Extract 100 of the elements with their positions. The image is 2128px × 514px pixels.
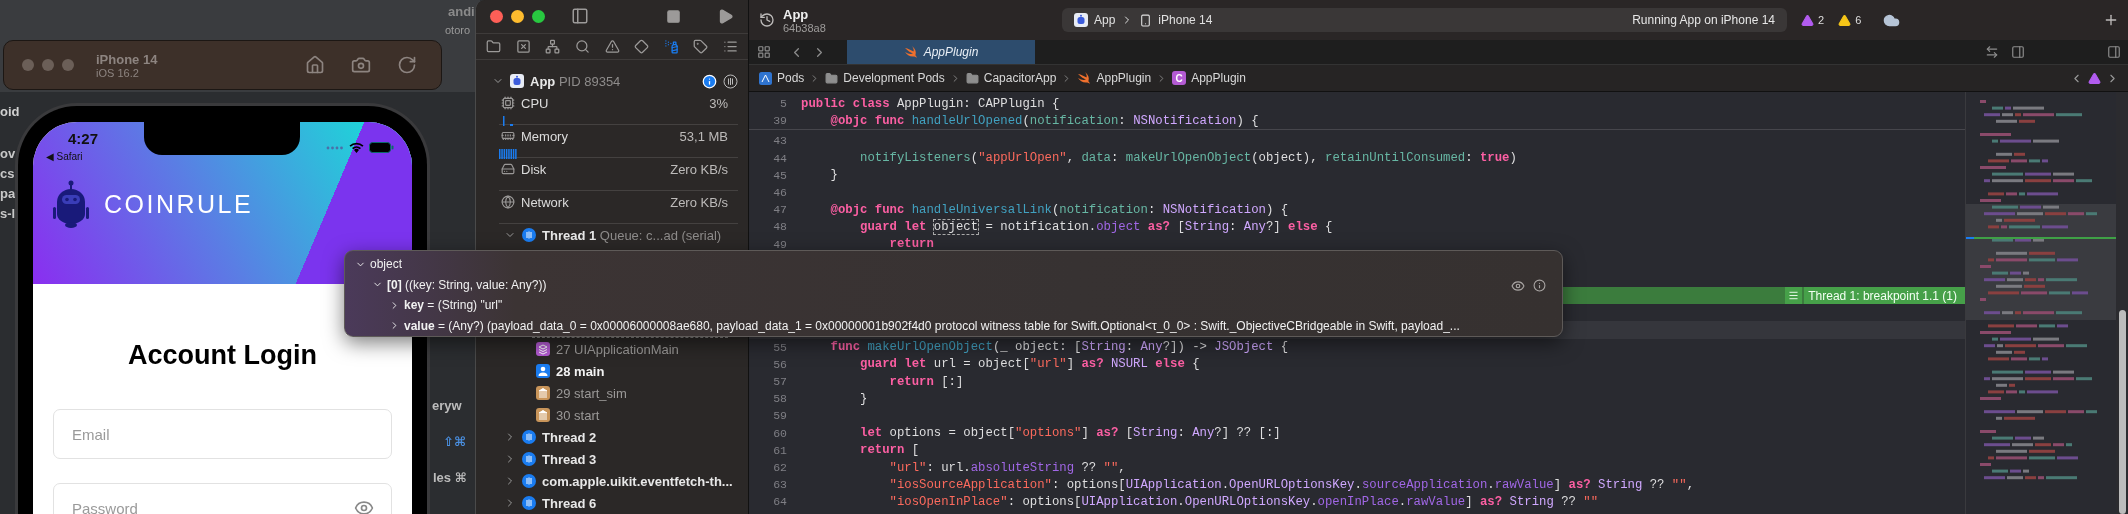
stack-frame[interactable]: 29 start_sim bbox=[556, 385, 627, 401]
password-field[interactable]: Password bbox=[53, 483, 392, 514]
tag-icon[interactable] bbox=[693, 38, 709, 54]
line-number: 46 bbox=[772, 186, 787, 200]
minimize-button[interactable] bbox=[511, 9, 524, 23]
threads-icon[interactable] bbox=[723, 73, 738, 89]
breadcrumb-item[interactable]: Development Pods bbox=[825, 71, 945, 85]
close-button[interactable] bbox=[490, 9, 503, 23]
code-line: "iosSourceApplication": options[UIApplication.OpenURLOptionsKey.sourceApplication.rawValue] as? String ?? "", bbox=[888, 477, 1694, 492]
wifi-icon bbox=[349, 142, 364, 153]
thread-name[interactable]: Thread 6 bbox=[542, 495, 597, 511]
signal-icon bbox=[326, 145, 344, 150]
app-icon bbox=[1074, 13, 1088, 27]
stop-icon[interactable] bbox=[666, 8, 681, 24]
building-icon bbox=[536, 408, 550, 422]
sidebar-icon[interactable] bbox=[571, 7, 589, 26]
stack-frame[interactable]: 27 UIApplicationMain bbox=[556, 341, 679, 357]
code-line: func makeUrlOpenObject(_ object: [String: Any?]) -> JSObject { bbox=[829, 340, 1289, 355]
back-link[interactable]: ◀ Safari bbox=[46, 151, 326, 162]
line-number: 55 bbox=[772, 340, 787, 354]
partial-text: otoro bbox=[445, 24, 471, 36]
scheme-name[interactable]: App bbox=[1094, 13, 1116, 27]
swap-icon[interactable] bbox=[1985, 45, 1999, 59]
variable-value: object bbox=[370, 257, 403, 272]
stack-frame[interactable]: 30 start bbox=[556, 407, 600, 423]
line-number: 61 bbox=[772, 443, 787, 457]
partial-text: pa bbox=[0, 186, 16, 201]
panel-icon[interactable] bbox=[2011, 45, 2025, 59]
drive-icon bbox=[501, 162, 515, 176]
rotate-icon[interactable] bbox=[397, 55, 417, 75]
run-status: Running App on iPhone 14 bbox=[1632, 13, 1775, 27]
stack-frame[interactable]: 28 main bbox=[556, 363, 605, 379]
line-number: 56 bbox=[772, 357, 787, 371]
inspector-icon[interactable] bbox=[2107, 45, 2121, 59]
editor-tab[interactable]: AppPlugin bbox=[847, 40, 1035, 64]
gauge-value: Zero KB/s bbox=[670, 161, 728, 177]
variable-value: key = (String) "url" bbox=[404, 298, 503, 313]
partial-text: andi bbox=[448, 4, 475, 19]
thread-name[interactable]: Thread 3 bbox=[542, 451, 597, 467]
email-field[interactable]: Email bbox=[53, 409, 392, 459]
x-square-icon[interactable] bbox=[515, 38, 531, 54]
person-icon bbox=[536, 364, 550, 378]
thread-name[interactable]: Thread 2 bbox=[542, 429, 597, 445]
warning-icon[interactable] bbox=[1838, 13, 1852, 27]
thread-icon bbox=[522, 228, 536, 242]
menu-icon[interactable] bbox=[1785, 287, 1803, 305]
grid-icon[interactable] bbox=[757, 45, 771, 59]
home-icon[interactable] bbox=[305, 55, 325, 75]
scrollbar[interactable] bbox=[2119, 310, 2126, 514]
breadcrumb-item[interactable]: AppPlugin bbox=[1077, 71, 1152, 85]
thread-name[interactable]: Thread 1 Queue: c...ad (serial) bbox=[542, 227, 722, 243]
gauge-label: Disk bbox=[521, 161, 547, 177]
process-name: App PID 89354 bbox=[530, 73, 621, 89]
play-icon[interactable] bbox=[717, 7, 734, 25]
phone-icon bbox=[1139, 13, 1153, 27]
hierarchy-icon[interactable] bbox=[545, 38, 561, 54]
breadcrumb-item[interactable]: C AppPlugin bbox=[1172, 71, 1246, 85]
folder-icon bbox=[825, 71, 839, 85]
activity-bar[interactable]: App iPhone 14 Running App on iPhone 14 bbox=[1062, 8, 1787, 32]
robot-logo-icon bbox=[52, 180, 90, 228]
partial-text: ⇧⌘ bbox=[443, 434, 466, 449]
spray-can-icon[interactable] bbox=[663, 38, 679, 54]
gauge-value: 3% bbox=[709, 95, 728, 111]
line-number: 49 bbox=[772, 237, 787, 251]
warning-icon[interactable] bbox=[2088, 71, 2101, 85]
code-line: let options = object["options"] as? [String: Any?] ?? [:] bbox=[859, 426, 1281, 441]
gauge-value: 53,1 MB bbox=[679, 128, 728, 144]
page-heading: Account Login bbox=[128, 340, 317, 371]
folder-icon[interactable] bbox=[486, 38, 501, 54]
breadcrumb-item[interactable]: CapacitorApp bbox=[965, 71, 1057, 85]
partial-text: oid bbox=[0, 104, 20, 119]
line-number: 60 bbox=[772, 426, 787, 440]
partial-text: les ⌘ bbox=[433, 470, 467, 485]
variable-value: value = (Any?) (payload_data_0 = 0x00006000008ae680, payload_data_1 = 0x00000001b902f4d0 protocol witness table for Swift.Optional<τ_0_0> : Swift._ObjectiveCBridgeable in Swift, payload_... bbox=[404, 318, 1460, 333]
app-store-icon bbox=[759, 71, 772, 85]
destination-name[interactable]: iPhone 14 bbox=[1158, 13, 1213, 27]
camera-icon[interactable] bbox=[351, 55, 371, 75]
memory-graph-drawing bbox=[499, 149, 519, 159]
device-name: iPhone 14 bbox=[96, 51, 159, 67]
warning-icon[interactable] bbox=[604, 38, 620, 54]
brand-name: COINRULE bbox=[104, 189, 254, 219]
warning-icon[interactable] bbox=[1801, 13, 1814, 27]
stack-icon bbox=[536, 342, 550, 356]
add-icon[interactable] bbox=[2103, 12, 2119, 28]
gauge-label: Network bbox=[521, 194, 569, 210]
building-icon bbox=[536, 386, 550, 400]
project-name: App bbox=[783, 6, 810, 22]
show-password-icon[interactable] bbox=[354, 498, 374, 514]
zoom-button[interactable] bbox=[532, 9, 545, 23]
line-number: 44 bbox=[772, 151, 787, 165]
list-icon[interactable] bbox=[723, 38, 738, 54]
quick-look-icon[interactable] bbox=[1511, 279, 1525, 293]
history-icon[interactable] bbox=[759, 12, 775, 28]
swift-icon bbox=[1077, 72, 1092, 84]
diamond-icon[interactable] bbox=[634, 38, 650, 54]
thread-name[interactable]: com.apple.uikit.eventfetch-th... bbox=[542, 473, 733, 489]
line-number: 47 bbox=[772, 203, 787, 217]
search-icon[interactable] bbox=[574, 38, 590, 54]
variable-value: [0] ((key: String, value: Any?)) bbox=[387, 277, 547, 292]
breadcrumb-item[interactable]: Pods bbox=[759, 71, 805, 85]
